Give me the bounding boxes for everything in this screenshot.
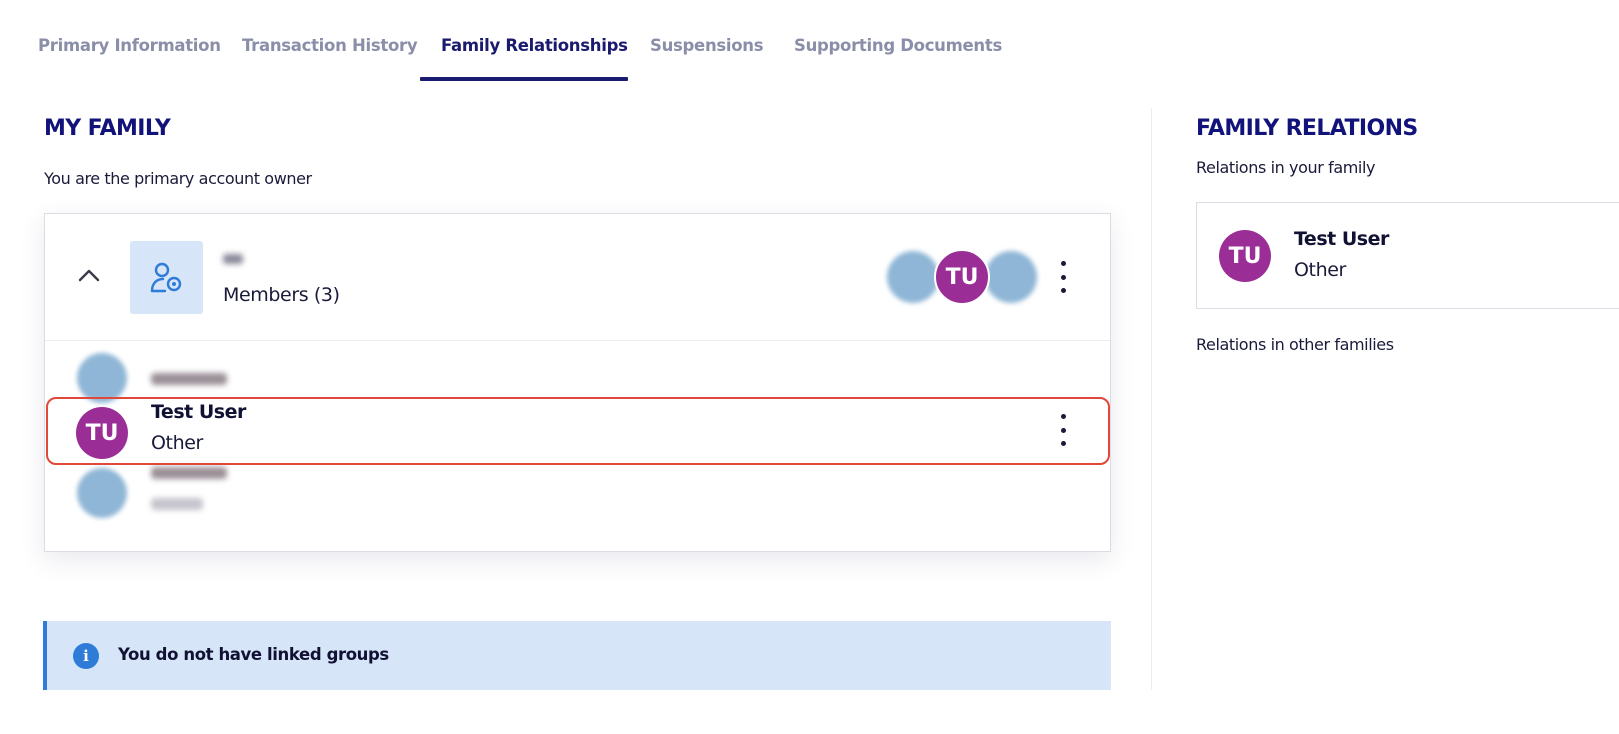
group-icon-box: [130, 241, 203, 314]
relation-card[interactable]: TU Test User Other: [1196, 202, 1619, 309]
member-name-redacted: [151, 373, 227, 385]
member-role: Other: [151, 432, 203, 454]
relation-name: Test User: [1294, 228, 1389, 250]
my-family-subtitle: You are the primary account owner: [44, 169, 312, 188]
member-name: Test User: [151, 401, 246, 423]
tab-family-relationships[interactable]: Family Relationships: [441, 36, 628, 55]
info-banner: i You do not have linked groups: [43, 621, 1111, 690]
member-more-options-icon[interactable]: [1058, 414, 1068, 446]
my-family-heading: MY FAMILY: [44, 116, 171, 141]
tab-primary-information[interactable]: Primary Information: [38, 36, 221, 55]
member-role-redacted: [151, 498, 203, 510]
avatar-stack-member-1: [887, 251, 939, 303]
members-count: Members (3): [223, 284, 340, 306]
tab-bar: Primary Information Transaction History …: [0, 0, 1619, 82]
family-member-row-test-user[interactable]: TU Test User Other: [45, 400, 1110, 462]
member-name-redacted: [151, 467, 227, 479]
family-relations-heading: FAMILY RELATIONS: [1196, 116, 1418, 141]
relation-avatar: TU: [1219, 230, 1271, 282]
tab-suspensions[interactable]: Suspensions: [650, 36, 764, 55]
member-avatar: TU: [76, 407, 128, 459]
family-group-card: Members (3) TU TU Test User Other: [44, 213, 1111, 552]
member-avatar: [77, 468, 127, 518]
family-member-row[interactable]: [45, 460, 1110, 522]
chevron-up-icon[interactable]: [75, 262, 103, 290]
group-user-icon: [150, 262, 181, 292]
group-more-options-icon[interactable]: [1058, 261, 1068, 293]
avatar-stack-member-2: TU: [934, 249, 990, 305]
info-banner-text: You do not have linked groups: [118, 645, 389, 664]
relation-role: Other: [1294, 259, 1346, 281]
avatar-stack-member-3: [985, 251, 1037, 303]
family-member-row[interactable]: [45, 345, 1110, 407]
section-divider: [1151, 108, 1152, 690]
member-avatar: [77, 353, 127, 403]
active-tab-indicator: [420, 77, 628, 81]
relations-in-other-families-label: Relations in other families: [1196, 335, 1394, 354]
info-icon: i: [73, 643, 99, 669]
family-group-header: Members (3) TU: [45, 214, 1110, 341]
relations-in-your-family-label: Relations in your family: [1196, 158, 1376, 177]
group-name-redacted: [223, 254, 243, 264]
tab-supporting-documents[interactable]: Supporting Documents: [794, 36, 1002, 55]
tab-transaction-history[interactable]: Transaction History: [242, 36, 418, 55]
